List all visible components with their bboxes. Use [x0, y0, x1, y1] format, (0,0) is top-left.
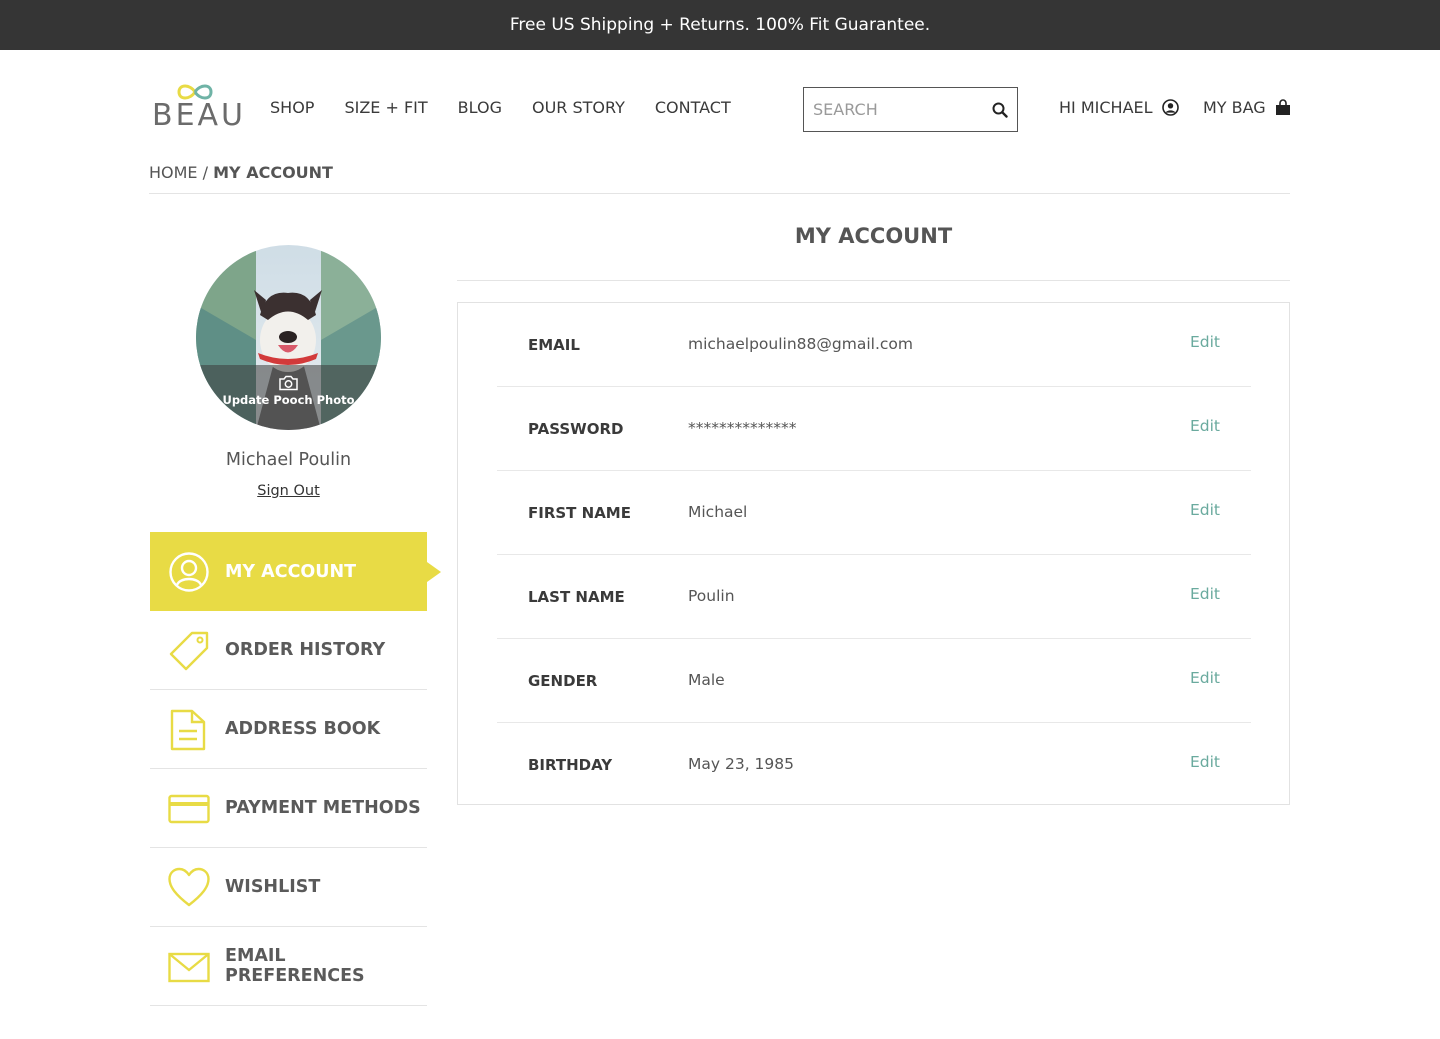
field-row-password: PASSWORD ************** Edit	[497, 387, 1251, 471]
sidebar-item-label: EMAIL PREFERENCES	[225, 946, 365, 986]
pooch-photo[interactable]: Update Pooch Photo	[196, 245, 381, 430]
credit-card-icon	[168, 794, 210, 824]
sidebar-item-label: PAYMENT METHODS	[225, 798, 421, 818]
nav-shop[interactable]: SHOP	[270, 98, 314, 117]
bag-label: MY BAG	[1203, 98, 1266, 117]
breadcrumb-separator: /	[202, 163, 209, 182]
nav-size-fit[interactable]: SIZE + FIT	[344, 98, 427, 117]
sign-out-link-wrap: Sign Out	[150, 483, 427, 499]
nav-our-story[interactable]: OUR STORY	[532, 98, 625, 117]
field-value: **************	[688, 419, 797, 437]
account-details-card: EMAIL michaelpoulin88@gmail.com Edit PAS…	[457, 302, 1290, 805]
sidebar-item-wishlist[interactable]: WISHLIST	[150, 848, 427, 927]
bag-link[interactable]: MY BAG	[1203, 98, 1291, 117]
edit-password-link[interactable]: Edit	[1190, 417, 1220, 435]
search-input[interactable]	[804, 88, 1017, 131]
camera-icon	[279, 375, 298, 391]
field-row-last-name: LAST NAME Poulin Edit	[497, 555, 1251, 639]
field-value: Poulin	[688, 587, 735, 605]
breadcrumb-current: MY ACCOUNT	[213, 163, 333, 182]
sidebar-item-email-preferences[interactable]: EMAIL PREFERENCES	[150, 927, 427, 1006]
field-label: EMAIL	[528, 336, 580, 354]
sidebar-item-label: ORDER HISTORY	[225, 640, 386, 660]
nav-contact[interactable]: CONTACT	[655, 98, 731, 117]
edit-last-name-link[interactable]: Edit	[1190, 585, 1220, 603]
field-row-first-name: FIRST NAME Michael Edit	[497, 471, 1251, 555]
user-icon	[1161, 99, 1179, 116]
envelope-icon	[168, 952, 210, 983]
field-value: michaelpoulin88@gmail.com	[688, 335, 913, 353]
sidebar-item-order-history[interactable]: ORDER HISTORY	[150, 611, 427, 690]
sign-out-link[interactable]: Sign Out	[257, 483, 320, 499]
nav-blog[interactable]: BLOG	[458, 98, 502, 117]
header-divider	[149, 193, 1290, 194]
shopping-bag-icon	[1275, 99, 1290, 115]
edit-birthday-link[interactable]: Edit	[1190, 753, 1220, 771]
account-sidebar-menu: MY ACCOUNT ORDER HISTORY ADDRESS BOOK PA…	[150, 532, 441, 1006]
breadcrumb: HOME / MY ACCOUNT	[149, 163, 333, 182]
beau-logo[interactable]: BEAU	[150, 78, 243, 134]
tag-icon	[169, 631, 209, 671]
field-row-birthday: BIRTHDAY May 23, 1985 Edit	[497, 723, 1251, 807]
document-icon	[170, 709, 206, 751]
edit-first-name-link[interactable]: Edit	[1190, 501, 1220, 519]
field-label: GENDER	[528, 672, 598, 690]
sidebar-item-my-account[interactable]: MY ACCOUNT	[150, 532, 441, 611]
main-nav: SHOP SIZE + FIT BLOG OUR STORY CONTACT	[270, 98, 731, 117]
search-icon[interactable]	[992, 102, 1008, 118]
edit-gender-link[interactable]: Edit	[1190, 669, 1220, 687]
user-circle-icon	[169, 552, 209, 592]
field-label: PASSWORD	[528, 420, 624, 438]
account-link[interactable]: HI MICHAEL	[1059, 98, 1179, 117]
profile-name: Michael Poulin	[225, 450, 352, 470]
sidebar-item-label: WISHLIST	[225, 877, 321, 897]
sidebar-item-label: MY ACCOUNT	[225, 561, 357, 582]
sidebar-item-payment-methods[interactable]: PAYMENT METHODS	[150, 769, 427, 848]
greeting-label: HI MICHAEL	[1059, 98, 1153, 117]
sidebar-item-label: ADDRESS BOOK	[225, 719, 381, 739]
page-title: MY ACCOUNT	[794, 224, 953, 248]
field-row-gender: GENDER Male Edit	[497, 639, 1251, 723]
search-box	[803, 87, 1018, 132]
field-row-email: EMAIL michaelpoulin88@gmail.com Edit	[497, 303, 1251, 387]
field-label: BIRTHDAY	[528, 756, 613, 774]
field-value: Michael	[688, 503, 748, 521]
promo-banner: Free US Shipping + Returns. 100% Fit Gua…	[0, 0, 1440, 50]
promo-text: Free US Shipping + Returns. 100% Fit Gua…	[509, 15, 931, 35]
breadcrumb-home[interactable]: HOME	[149, 163, 198, 182]
field-value: Male	[688, 671, 725, 689]
field-label: LAST NAME	[528, 588, 625, 606]
title-divider	[457, 280, 1290, 281]
field-label: FIRST NAME	[528, 504, 631, 522]
heart-icon	[168, 867, 210, 907]
edit-email-link[interactable]: Edit	[1190, 333, 1220, 351]
logo-text: BEAU	[152, 98, 247, 133]
field-value: May 23, 1985	[688, 755, 794, 773]
update-photo-label: Update Pooch Photo	[222, 393, 355, 407]
sidebar-item-address-book[interactable]: ADDRESS BOOK	[150, 690, 427, 769]
